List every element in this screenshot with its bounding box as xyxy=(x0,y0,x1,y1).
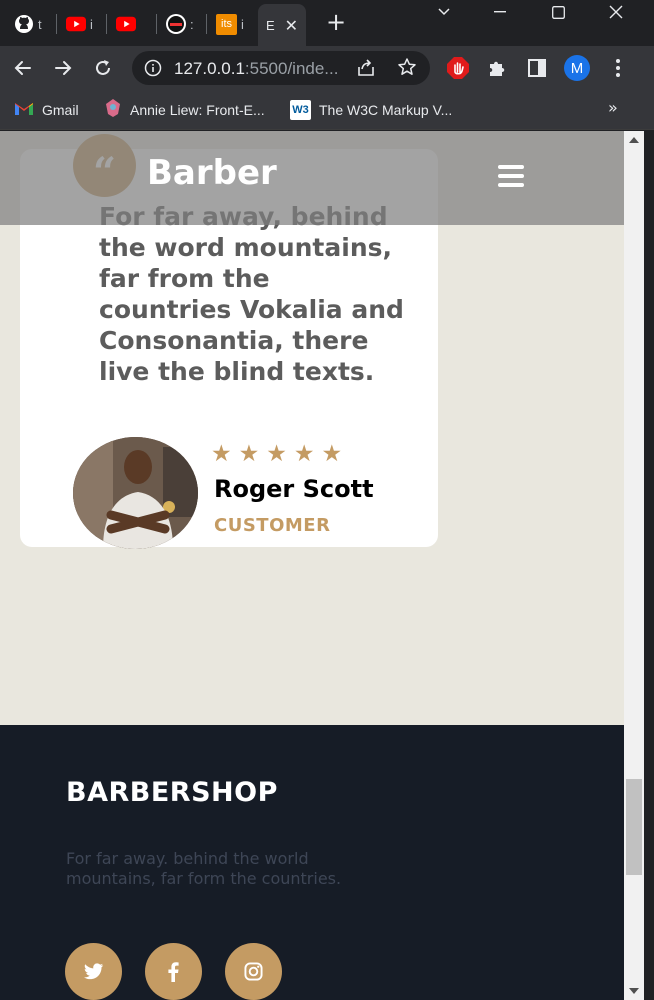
url-host: 127.0.0.1 xyxy=(174,59,245,78)
maximize-button[interactable] xyxy=(536,0,580,24)
annie-icon xyxy=(104,98,122,122)
tab-title: : xyxy=(190,16,194,32)
profile-avatar[interactable]: M xyxy=(564,55,590,81)
adblock-icon[interactable] xyxy=(446,56,470,80)
customer-role: CUSTOMER xyxy=(214,515,331,536)
tab-separator xyxy=(106,14,107,34)
menu-kebab-icon[interactable] xyxy=(606,56,630,80)
forward-button[interactable] xyxy=(49,54,77,82)
bookmark-gmail[interactable]: Gmail xyxy=(14,98,79,122)
tab-title: t xyxy=(38,16,42,32)
facebook-icon[interactable] xyxy=(145,943,202,1000)
scroll-down-arrow-icon[interactable] xyxy=(629,988,639,994)
bookmark-w3c[interactable]: W3 The W3C Markup V... xyxy=(290,98,452,122)
address-bar[interactable]: 127.0.0.1:5500/inde... xyxy=(132,51,430,85)
extensions-puzzle-icon[interactable] xyxy=(485,56,509,80)
brand-logo[interactable]: Barber xyxy=(147,153,277,193)
close-window-button[interactable] xyxy=(594,0,638,24)
url-path: :5500/inde... xyxy=(244,59,339,78)
minimize-button[interactable] xyxy=(478,0,522,24)
star-icon: ★ xyxy=(293,441,315,467)
star-icon: ★ xyxy=(321,441,343,467)
scrollbar-thumb[interactable] xyxy=(626,779,642,875)
bookmark-star-icon[interactable] xyxy=(397,57,417,81)
chevron-down-icon[interactable] xyxy=(422,0,466,24)
testimonial-text: For far away, behind the word mountains,… xyxy=(99,202,404,386)
footer-text: For far away. behind the world mountains… xyxy=(66,849,342,888)
its-badge: its xyxy=(221,18,232,30)
more-bookmarks-button[interactable]: » xyxy=(608,98,618,117)
page-scrollbar[interactable] xyxy=(624,131,644,1000)
close-tab-icon[interactable]: ✕ xyxy=(285,16,298,35)
tab-separator xyxy=(156,14,157,34)
youtube-icon xyxy=(116,14,136,34)
reload-button[interactable] xyxy=(89,54,117,82)
info-icon[interactable] xyxy=(144,59,162,81)
bookmark-label: Annie Liew: Front-E... xyxy=(130,102,265,118)
new-tab-button[interactable]: + xyxy=(322,8,350,36)
window-edge xyxy=(644,131,654,1000)
customer-name: Roger Scott xyxy=(214,475,374,503)
star-icon: ★ xyxy=(211,441,232,467)
star-icon: ★ xyxy=(266,441,287,467)
tab-separator xyxy=(56,14,57,34)
bookmark-label: Gmail xyxy=(42,102,79,118)
youtube-icon xyxy=(66,14,86,34)
tab-its[interactable]: its i xyxy=(216,6,244,42)
its-icon: its xyxy=(216,13,237,35)
ninja-icon xyxy=(166,14,186,34)
scroll-up-arrow-icon[interactable] xyxy=(629,137,639,143)
rating-stars: ★ ★ ★ ★ ★ xyxy=(211,443,342,466)
w3c-icon: W3 xyxy=(290,100,311,120)
tab-youtube-2[interactable] xyxy=(116,6,140,42)
instagram-icon[interactable] xyxy=(225,943,282,1000)
github-icon xyxy=(14,14,34,34)
hamburger-menu-icon[interactable] xyxy=(498,165,526,187)
tab-youtube-1[interactable]: i xyxy=(66,6,93,42)
browser-toolbar: 127.0.0.1:5500/inde... M xyxy=(0,46,654,90)
share-icon[interactable] xyxy=(356,58,376,82)
tab-separator xyxy=(206,14,207,34)
url-text[interactable]: 127.0.0.1:5500/inde... xyxy=(174,59,338,79)
bookmarks-bar: Gmail Annie Liew: Front-E... W3 The W3C … xyxy=(0,90,654,130)
star-icon: ★ xyxy=(238,441,260,467)
side-panel-icon[interactable] xyxy=(525,56,549,80)
w3c-badge: W3 xyxy=(292,104,309,116)
page-viewport: “ For far away, behind the word mountain… xyxy=(0,131,624,1000)
tab-title: i xyxy=(241,16,244,32)
tab-ninja[interactable]: : xyxy=(166,6,194,42)
site-footer: BARBERSHOP For far away. behind the worl… xyxy=(0,725,624,1000)
gmail-icon xyxy=(14,101,34,120)
back-button[interactable] xyxy=(9,54,37,82)
twitter-icon[interactable] xyxy=(65,943,122,1000)
bookmark-annie[interactable]: Annie Liew: Front-E... xyxy=(104,98,265,122)
customer-photo xyxy=(73,437,198,549)
tab-github[interactable]: t xyxy=(14,6,42,42)
tab-title: E xyxy=(266,17,275,33)
tab-strip: t i : its i E ✕ + xyxy=(0,0,654,46)
tab-title: i xyxy=(90,16,93,32)
footer-title: BARBERSHOP xyxy=(66,777,278,808)
site-header: Barber xyxy=(0,131,624,225)
bookmark-label: The W3C Markup V... xyxy=(319,102,453,118)
tab-active-barber[interactable]: E ✕ xyxy=(258,4,307,46)
